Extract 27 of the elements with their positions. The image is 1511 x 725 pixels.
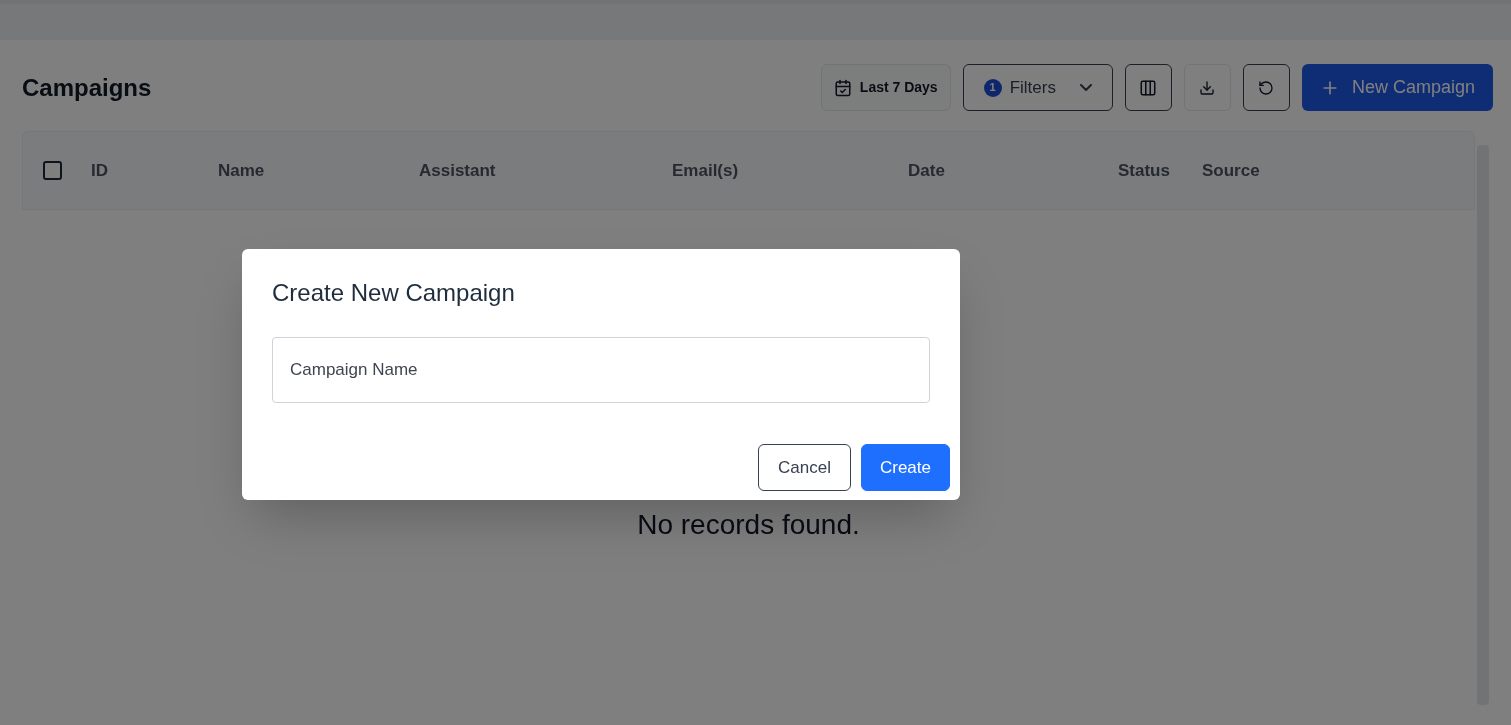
filters-label: Filters (1009, 76, 1056, 99)
filter-count-badge: 1 (983, 78, 1002, 97)
select-all-checkbox[interactable] (43, 161, 62, 180)
create-button[interactable]: Create (860, 444, 950, 491)
dialog-title: Create New Campaign (272, 278, 516, 308)
column-header: ID (91, 160, 108, 180)
column-header: Email(s) (672, 160, 739, 180)
campaign-name-field[interactable]: Campaign Name (272, 337, 930, 403)
filters-button[interactable]: 1 Filters (962, 64, 1113, 111)
empty-message: No records found. (637, 508, 860, 542)
columns-button[interactable] (1124, 64, 1172, 111)
date-range-button[interactable]: Last 7 Days (820, 64, 951, 111)
column-header: Status (1118, 160, 1170, 180)
cancel-button[interactable]: Cancel (758, 444, 851, 491)
download-button[interactable] (1183, 64, 1231, 111)
column-header: Date (908, 160, 945, 180)
new-campaign-button[interactable]: New Campaign (1301, 64, 1493, 111)
chevron-down-icon (1079, 84, 1092, 91)
column-header: Assistant (419, 160, 496, 180)
column-header: Name (218, 160, 265, 180)
calendar-icon (833, 78, 852, 97)
download-icon (1199, 79, 1216, 96)
refresh-icon (1258, 79, 1275, 96)
refresh-button[interactable] (1242, 64, 1290, 111)
columns-icon (1139, 78, 1158, 97)
page-title: Campaigns (22, 72, 152, 103)
column-header: Source (1202, 160, 1260, 180)
